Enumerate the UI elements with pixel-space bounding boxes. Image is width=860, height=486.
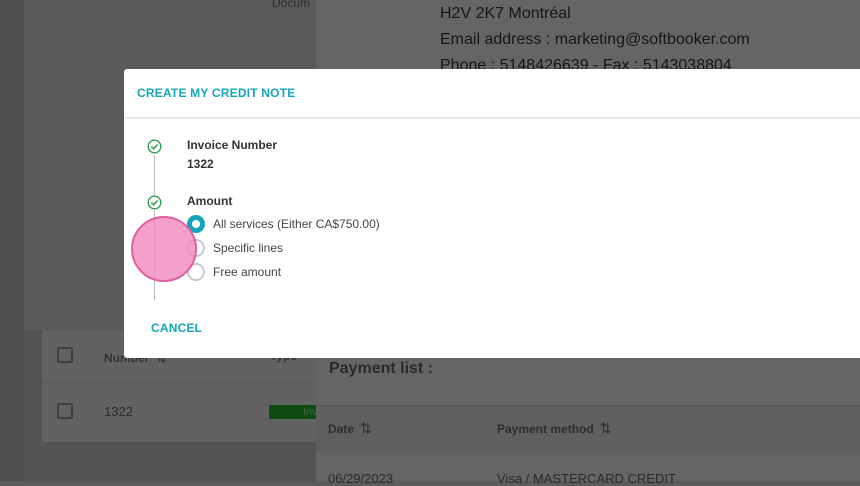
invoice-number-cell[interactable]: 1322 [104, 404, 133, 419]
option-specific-lines[interactable]: Specific lines [187, 239, 283, 257]
sort-icon: ⇅ [360, 420, 372, 436]
document-label: Docum [272, 0, 311, 10]
row-divider [42, 382, 316, 383]
step-label-invoice-number: Invoice Number [187, 138, 278, 152]
column-header-payment-method[interactable]: Payment method ⇅ [497, 420, 611, 437]
option-label: Free amount [213, 265, 282, 279]
option-free-amount[interactable]: Free amount [187, 263, 281, 281]
dialog-title: CREATE MY CREDIT NOTE [137, 86, 296, 100]
option-label: Specific lines [213, 241, 284, 255]
row-checkbox[interactable] [57, 403, 73, 419]
invoice-number-value: 1322 [187, 157, 214, 171]
create-credit-note-dialog: CREATE MY CREDIT NOTE Invoice Number 132… [124, 69, 860, 358]
company-address: H2V 2K7 Montréal [440, 5, 571, 22]
company-email: Email address : marketing@softbooker.com [440, 31, 750, 48]
left-sidebar-strip [0, 0, 24, 481]
payment-date-cell: 06/29/2023 [328, 471, 394, 486]
column-header-date[interactable]: Date ⇅ [328, 420, 372, 437]
step-label-amount: Amount [187, 194, 233, 208]
option-all-services[interactable]: All services (Either CA$750.00) [187, 215, 380, 233]
select-all-checkbox[interactable] [57, 347, 73, 363]
option-label: All services (Either CA$750.00) [213, 217, 380, 231]
cancel-button[interactable]: CANCEL [151, 321, 202, 335]
click-indicator [131, 216, 197, 282]
status-badge: Inv [269, 405, 316, 419]
dialog-header: CREATE MY CREDIT NOTE [124, 69, 860, 118]
payment-table-header: Date ⇅ Payment method ⇅ [316, 405, 860, 452]
payment-method-cell: Visa / MASTERCARD CREDIT [497, 471, 676, 486]
sort-icon: ⇅ [599, 420, 612, 436]
check-circle-icon [147, 139, 162, 154]
payment-list-title: Payment list : [329, 360, 434, 377]
check-circle-icon [147, 195, 162, 210]
